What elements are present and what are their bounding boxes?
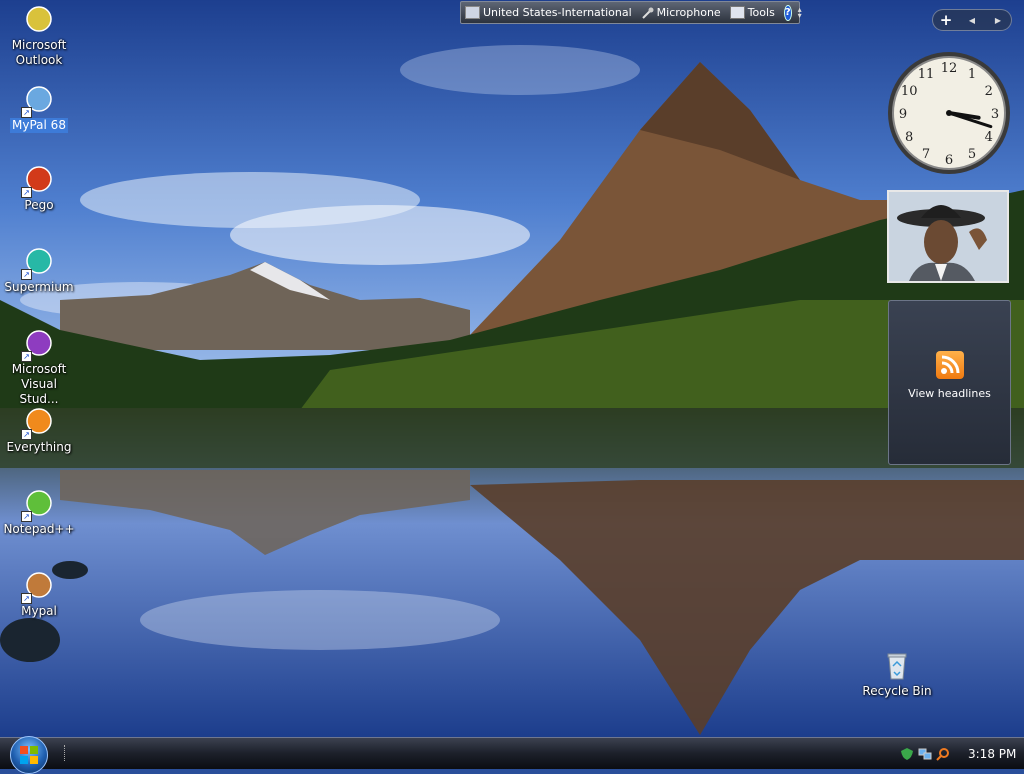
network-icon[interactable] bbox=[918, 747, 932, 761]
notepad-plus-plus-icon: ↗ bbox=[21, 488, 55, 522]
desktop-icon-outlook[interactable]: Microsoft Outlook bbox=[0, 4, 78, 68]
clock-numeral: 1 bbox=[968, 67, 976, 82]
clock-numeral: 2 bbox=[985, 84, 993, 99]
sidebar-next-button[interactable]: ▶ bbox=[985, 16, 1011, 25]
taskbar: 3:18 PM bbox=[0, 736, 1024, 774]
desktop-icon-mypal[interactable]: ↗ Mypal bbox=[0, 570, 78, 619]
clock-gadget[interactable]: 1234567891011 12 bbox=[886, 50, 1012, 176]
windows-logo-icon bbox=[20, 746, 38, 764]
clock-numeral: 6 bbox=[945, 153, 953, 168]
desktop-icon-notepad-plus-plus[interactable]: ↗ Notepad++ bbox=[0, 488, 78, 537]
recycle-bin[interactable]: Recycle Bin bbox=[858, 650, 936, 699]
microphone-label: Microphone bbox=[656, 6, 721, 19]
keyboard-icon bbox=[465, 6, 480, 19]
clock-numeral: 7 bbox=[922, 147, 930, 162]
help-icon[interactable]: ? bbox=[783, 4, 792, 21]
desktop-icon-label: Mypal bbox=[21, 604, 57, 618]
language-bar-options-icon[interactable]: ▴ ▾ bbox=[798, 5, 802, 19]
desktop-icon-mypal-68[interactable]: ↗ MyPal 68 bbox=[0, 84, 78, 133]
desktop-icon-label: Microsoft Visual Stud... bbox=[11, 362, 67, 406]
taskbar-grip[interactable] bbox=[64, 745, 68, 761]
mypal-68-icon: ↗ bbox=[21, 84, 55, 118]
add-gadget-button[interactable]: + bbox=[933, 11, 959, 29]
taskbar-clock[interactable]: 3:18 PM bbox=[968, 747, 1016, 761]
language-bar[interactable]: United States-International Microphone T… bbox=[460, 1, 802, 24]
clock-numeral: 9 bbox=[899, 107, 907, 122]
recycle-bin-label: Recycle Bin bbox=[862, 684, 932, 698]
mypal-icon: ↗ bbox=[21, 570, 55, 604]
desktop-icon-label: MyPal 68 bbox=[10, 118, 68, 133]
desktop-icon-supermium[interactable]: ↗ Supermium bbox=[0, 246, 78, 295]
clock-numeral: 8 bbox=[905, 130, 913, 145]
view-headlines-link[interactable]: View headlines bbox=[889, 387, 1010, 400]
clock-numeral: 4 bbox=[985, 130, 993, 145]
microphone-button[interactable]: Microphone bbox=[641, 6, 721, 19]
search-icon[interactable] bbox=[936, 747, 950, 761]
clock-numeral: 12 bbox=[941, 61, 958, 76]
slideshow-gadget[interactable] bbox=[887, 190, 1009, 283]
desktop-icon-pego[interactable]: ↗ Pego bbox=[0, 164, 78, 213]
start-button[interactable] bbox=[10, 736, 48, 774]
sidebar-controls: + ◀ ▶ bbox=[932, 9, 1012, 31]
clock-numeral: 3 bbox=[991, 107, 999, 122]
security-center-icon[interactable] bbox=[900, 747, 914, 761]
tools-button[interactable]: Tools bbox=[729, 6, 775, 19]
desktop-icon-label: Everything bbox=[6, 440, 72, 454]
rss-icon bbox=[935, 351, 964, 379]
desktop-icon-everything[interactable]: ↗ Everything bbox=[0, 406, 78, 455]
clock-numeral: 11 bbox=[918, 67, 935, 82]
pego-icon: ↗ bbox=[21, 164, 55, 198]
language-label: United States-International bbox=[483, 6, 632, 19]
microphone-icon bbox=[641, 7, 654, 19]
clock-numeral: 5 bbox=[968, 147, 976, 162]
desktop-icon-label: Microsoft Outlook bbox=[11, 38, 67, 67]
language-selector[interactable]: United States-International bbox=[465, 6, 632, 19]
desktop-icon-label: Notepad++ bbox=[3, 522, 75, 536]
desktop-icon-visual-studio[interactable]: ↗ Microsoft Visual Stud... bbox=[0, 328, 78, 407]
tools-label: Tools bbox=[747, 6, 775, 19]
desktop-icon-label: Pego bbox=[24, 198, 54, 212]
feed-headlines-gadget[interactable]: View headlines bbox=[888, 300, 1011, 465]
desktop-icon-label: Supermium bbox=[4, 280, 74, 294]
everything-icon: ↗ bbox=[21, 406, 55, 440]
outlook-icon bbox=[23, 4, 55, 36]
visual-studio-icon: ↗ bbox=[21, 328, 55, 362]
slideshow-photo bbox=[889, 192, 1007, 281]
recycle-bin-icon bbox=[881, 650, 913, 682]
notification-area: 3:18 PM bbox=[900, 738, 1024, 769]
sidebar-previous-button[interactable]: ◀ bbox=[959, 16, 985, 25]
tools-icon bbox=[729, 6, 745, 19]
clock-numeral: 10 bbox=[901, 84, 918, 99]
supermium-icon: ↗ bbox=[21, 246, 55, 280]
